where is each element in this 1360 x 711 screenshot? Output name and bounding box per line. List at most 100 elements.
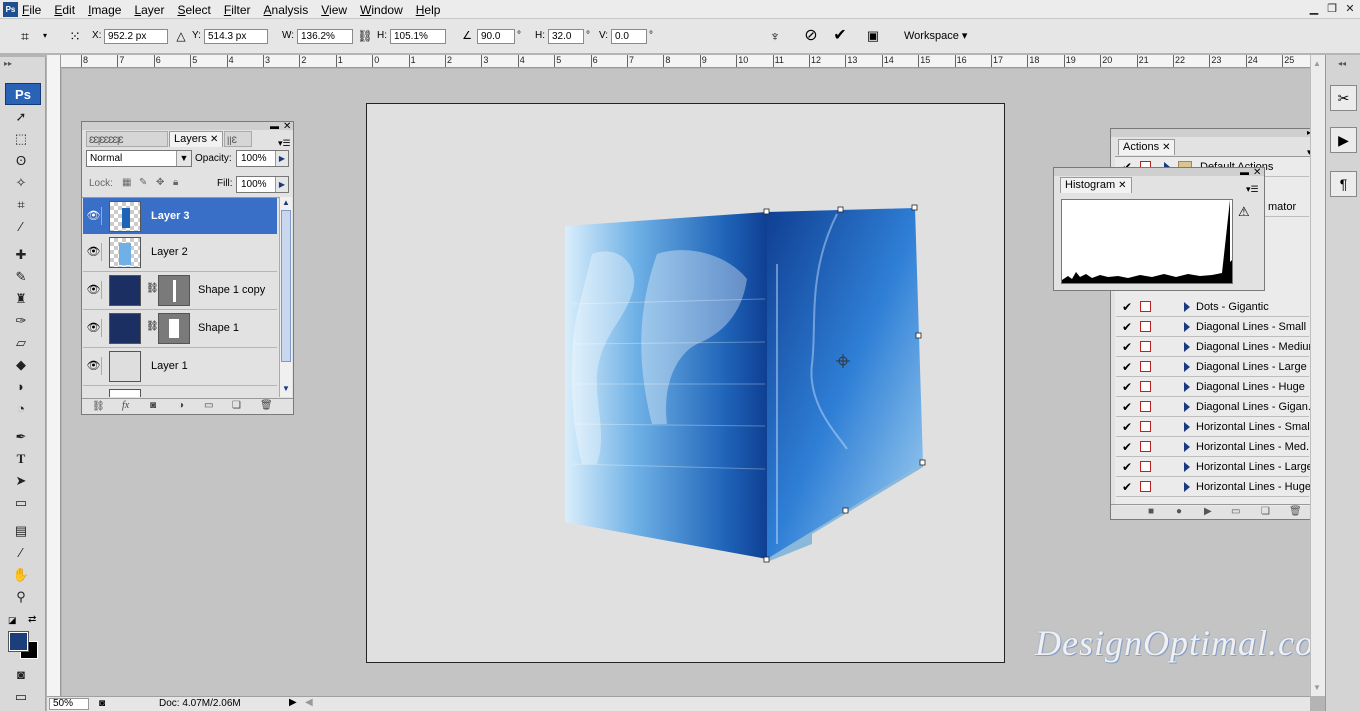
dialog-toggle-icon[interactable] bbox=[1140, 321, 1151, 332]
check-icon[interactable]: ✔ bbox=[1120, 380, 1134, 394]
action-name[interactable]: Diagonal Lines - Medium bbox=[1196, 341, 1313, 353]
action-row[interactable]: ✔ Diagonal Lines - Medium bbox=[1116, 337, 1313, 357]
link-icon[interactable]: ⛓ bbox=[146, 283, 159, 294]
expand-triangle-icon[interactable] bbox=[1184, 302, 1190, 312]
vector-mask-thumbnail[interactable] bbox=[158, 313, 190, 344]
warp-icon[interactable]: ♆ bbox=[766, 27, 784, 45]
record-icon[interactable]: ● bbox=[1176, 506, 1182, 517]
menu-filter[interactable]: Filter bbox=[224, 3, 251, 17]
trash-icon[interactable]: 🗑︎ bbox=[260, 400, 273, 411]
dialog-toggle-icon[interactable] bbox=[1140, 441, 1151, 452]
lock-image-icon[interactable]: ✎ bbox=[139, 177, 147, 188]
action-row[interactable]: ✔ Horizontal Lines - Small bbox=[1116, 417, 1312, 437]
tab-close-icon[interactable]: ✕ bbox=[1118, 180, 1126, 191]
h-skew-field[interactable]: 32.0 bbox=[548, 29, 584, 44]
dialog-toggle-icon[interactable] bbox=[1140, 381, 1151, 392]
new-set-icon[interactable]: ▭ bbox=[1231, 506, 1240, 517]
action-name[interactable]: mator bbox=[1268, 201, 1296, 213]
panel-minimize-icon[interactable]: ▬ bbox=[1240, 167, 1249, 177]
toolbox-collapse-icon[interactable]: ▸▸ bbox=[4, 59, 12, 68]
actions-dock-icon[interactable]: ▶ bbox=[1330, 127, 1357, 153]
dialog-toggle-icon[interactable] bbox=[1140, 361, 1151, 372]
dialog-toggle-icon[interactable] bbox=[1140, 301, 1151, 312]
lock-transparent-icon[interactable]: ▦ bbox=[122, 177, 131, 188]
layer-row-layer-1[interactable]: 👁︎ Layer 1 bbox=[83, 348, 277, 386]
expand-triangle-icon[interactable] bbox=[1184, 462, 1190, 472]
bridge-icon[interactable]: ▣ bbox=[864, 27, 882, 45]
brush-tool-icon[interactable]: ✎ bbox=[10, 267, 32, 287]
hand-tool-icon[interactable]: ✋ bbox=[10, 565, 32, 585]
default-colors-icon[interactable]: ◪ bbox=[8, 615, 17, 626]
menu-edit[interactable]: Edit bbox=[54, 3, 75, 17]
link-icon[interactable]: ⛓ bbox=[146, 321, 159, 332]
layer-name[interactable]: Shape 1 copy bbox=[198, 284, 265, 296]
layers-scrollbar[interactable]: ▲ ▼ bbox=[279, 197, 292, 397]
new-group-icon[interactable]: ▭ bbox=[204, 400, 213, 411]
hscroll-left-icon[interactable]: ◀ bbox=[305, 697, 313, 708]
menu-file[interactable]: File bbox=[22, 3, 41, 17]
tab-layers[interactable]: Layers ✕ bbox=[169, 131, 224, 147]
magic-wand-tool-icon[interactable]: ✧ bbox=[10, 173, 32, 193]
close-icon[interactable]: ✕ bbox=[1342, 2, 1358, 16]
action-name[interactable]: Horizontal Lines - Med... bbox=[1196, 441, 1313, 453]
action-name[interactable]: Horizontal Lines - Small bbox=[1196, 421, 1312, 433]
expand-triangle-icon[interactable] bbox=[1184, 482, 1190, 492]
dialog-toggle-icon[interactable] bbox=[1140, 481, 1151, 492]
action-name[interactable]: Diagonal Lines - Small bbox=[1196, 321, 1306, 333]
layer-row-background[interactable] bbox=[83, 386, 277, 397]
blend-mode-select[interactable]: Normal ▼ bbox=[86, 150, 192, 167]
trash-icon[interactable]: 🗑︎ bbox=[1289, 506, 1302, 517]
lasso-tool-icon[interactable]: ʘ bbox=[10, 151, 32, 171]
menu-view[interactable]: View bbox=[321, 3, 347, 17]
tab-close-icon[interactable]: ✕ bbox=[1162, 142, 1170, 153]
expand-triangle-icon[interactable] bbox=[1184, 362, 1190, 372]
stop-icon[interactable]: ■ bbox=[1148, 506, 1154, 517]
layer-name[interactable]: Layer 3 bbox=[151, 210, 190, 222]
tab-histogram[interactable]: Histogram ✕ bbox=[1060, 177, 1132, 193]
fill-slider-icon[interactable]: ▶ bbox=[275, 177, 288, 192]
layer-row-layer-2[interactable]: 👁︎ Layer 2 bbox=[83, 234, 277, 272]
action-name[interactable]: Diagonal Lines - Huge bbox=[1196, 381, 1305, 393]
swap-colors-icon[interactable]: ⇄ bbox=[28, 614, 36, 625]
height-field[interactable]: 105.1% bbox=[390, 29, 446, 44]
type-tool-icon[interactable]: T bbox=[10, 449, 32, 469]
quick-mask-icon[interactable]: ◙ bbox=[10, 665, 32, 685]
action-name[interactable]: Diagonal Lines - Large bbox=[1196, 361, 1307, 373]
restore-icon[interactable]: ❐ bbox=[1324, 2, 1340, 16]
blur-tool-icon[interactable]: ◗ bbox=[10, 377, 32, 397]
link-icon[interactable]: ⛓ bbox=[356, 27, 374, 45]
expand-triangle-icon[interactable] bbox=[1184, 342, 1190, 352]
action-row[interactable]: ✔ Horizontal Lines - Med... bbox=[1116, 437, 1313, 457]
panel-close-icon[interactable]: ✕ bbox=[1253, 167, 1261, 178]
crop-tool-icon[interactable]: ⌗ bbox=[10, 195, 32, 215]
dock-expand-icon[interactable]: ◂◂ bbox=[1338, 59, 1346, 68]
status-menu-icon[interactable]: ▶ bbox=[289, 697, 297, 708]
action-name[interactable]: Horizontal Lines - Large bbox=[1196, 461, 1313, 473]
check-icon[interactable]: ✔ bbox=[1120, 340, 1134, 354]
healing-brush-tool-icon[interactable]: ✚ bbox=[10, 245, 32, 265]
move-tool-icon[interactable]: ➚ bbox=[10, 107, 32, 127]
expand-triangle-icon[interactable] bbox=[1184, 382, 1190, 392]
visibility-eye-icon[interactable]: 👁︎ bbox=[86, 243, 102, 261]
status-info-icon[interactable]: ◙ bbox=[99, 698, 105, 709]
clone-stamp-tool-icon[interactable]: ♜ bbox=[10, 289, 32, 309]
layer-row-shape-1-copy[interactable]: 👁︎ ⛓ Shape 1 copy bbox=[83, 272, 277, 310]
collapsed-panel-tabs-2[interactable]: ||Ɛ bbox=[224, 131, 252, 147]
visibility-eye-icon[interactable]: 👁︎ bbox=[86, 319, 102, 337]
reference-point-icon[interactable]: ⁙ bbox=[66, 27, 84, 45]
path-selection-tool-icon[interactable]: ➤ bbox=[10, 471, 32, 491]
marquee-tool-icon[interactable]: ⬚ bbox=[10, 129, 32, 149]
menu-layer[interactable]: Layer bbox=[134, 3, 164, 17]
visibility-eye-icon[interactable]: 👁︎ bbox=[86, 281, 102, 299]
expand-triangle-icon[interactable] bbox=[1184, 442, 1190, 452]
action-name[interactable]: Horizontal Lines - Huge bbox=[1196, 481, 1311, 493]
play-icon[interactable]: ▶ bbox=[1204, 506, 1212, 517]
lock-position-icon[interactable]: ✥ bbox=[156, 177, 164, 188]
check-icon[interactable]: ✔ bbox=[1120, 400, 1134, 414]
expand-triangle-icon[interactable] bbox=[1184, 322, 1190, 332]
check-icon[interactable]: ✔ bbox=[1120, 320, 1134, 334]
pen-tool-icon[interactable]: ✒ bbox=[10, 427, 32, 447]
canvas-vertical-scrollbar[interactable]: ▲ ▼ bbox=[1310, 55, 1325, 696]
action-name[interactable]: Dots - Gigantic bbox=[1196, 301, 1269, 313]
paint-bucket-tool-icon[interactable]: ◆ bbox=[10, 355, 32, 375]
